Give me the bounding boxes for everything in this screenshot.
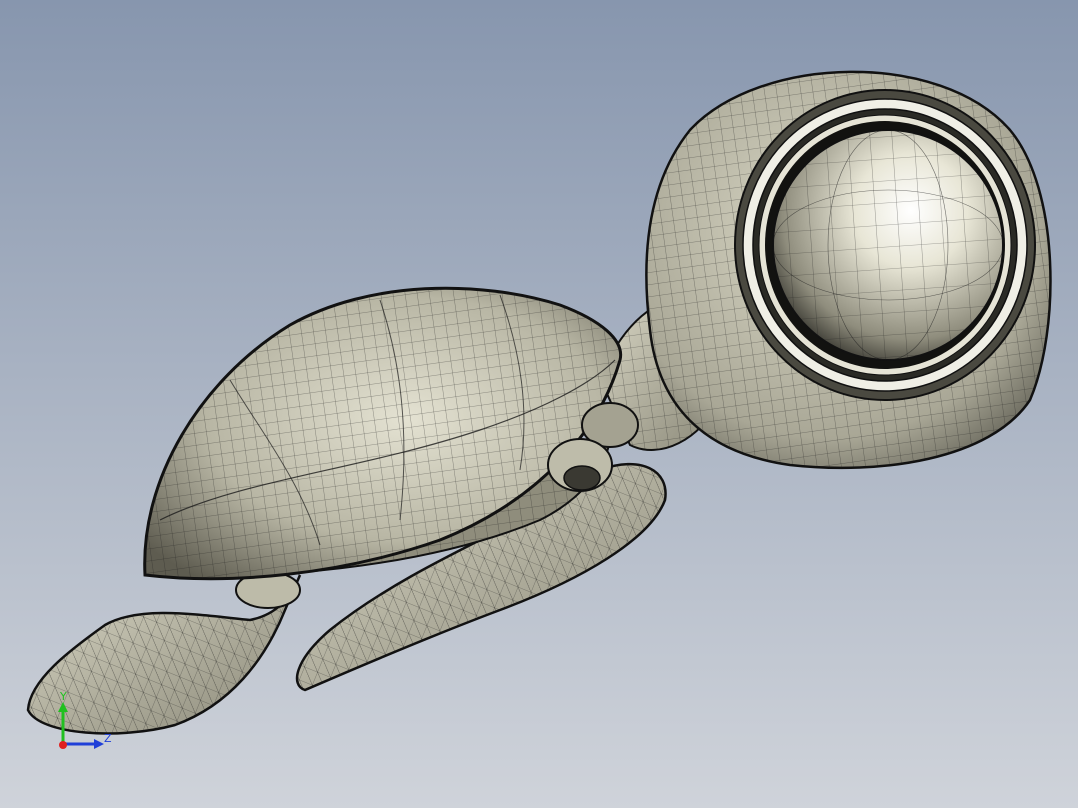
y-axis-label: Y <box>59 690 67 703</box>
model-canvas[interactable]: Y Z <box>0 0 1078 808</box>
cad-3d-viewport[interactable]: Y Z <box>0 0 1078 808</box>
x-axis-dot <box>59 741 67 749</box>
z-axis-label: Z <box>104 732 112 745</box>
